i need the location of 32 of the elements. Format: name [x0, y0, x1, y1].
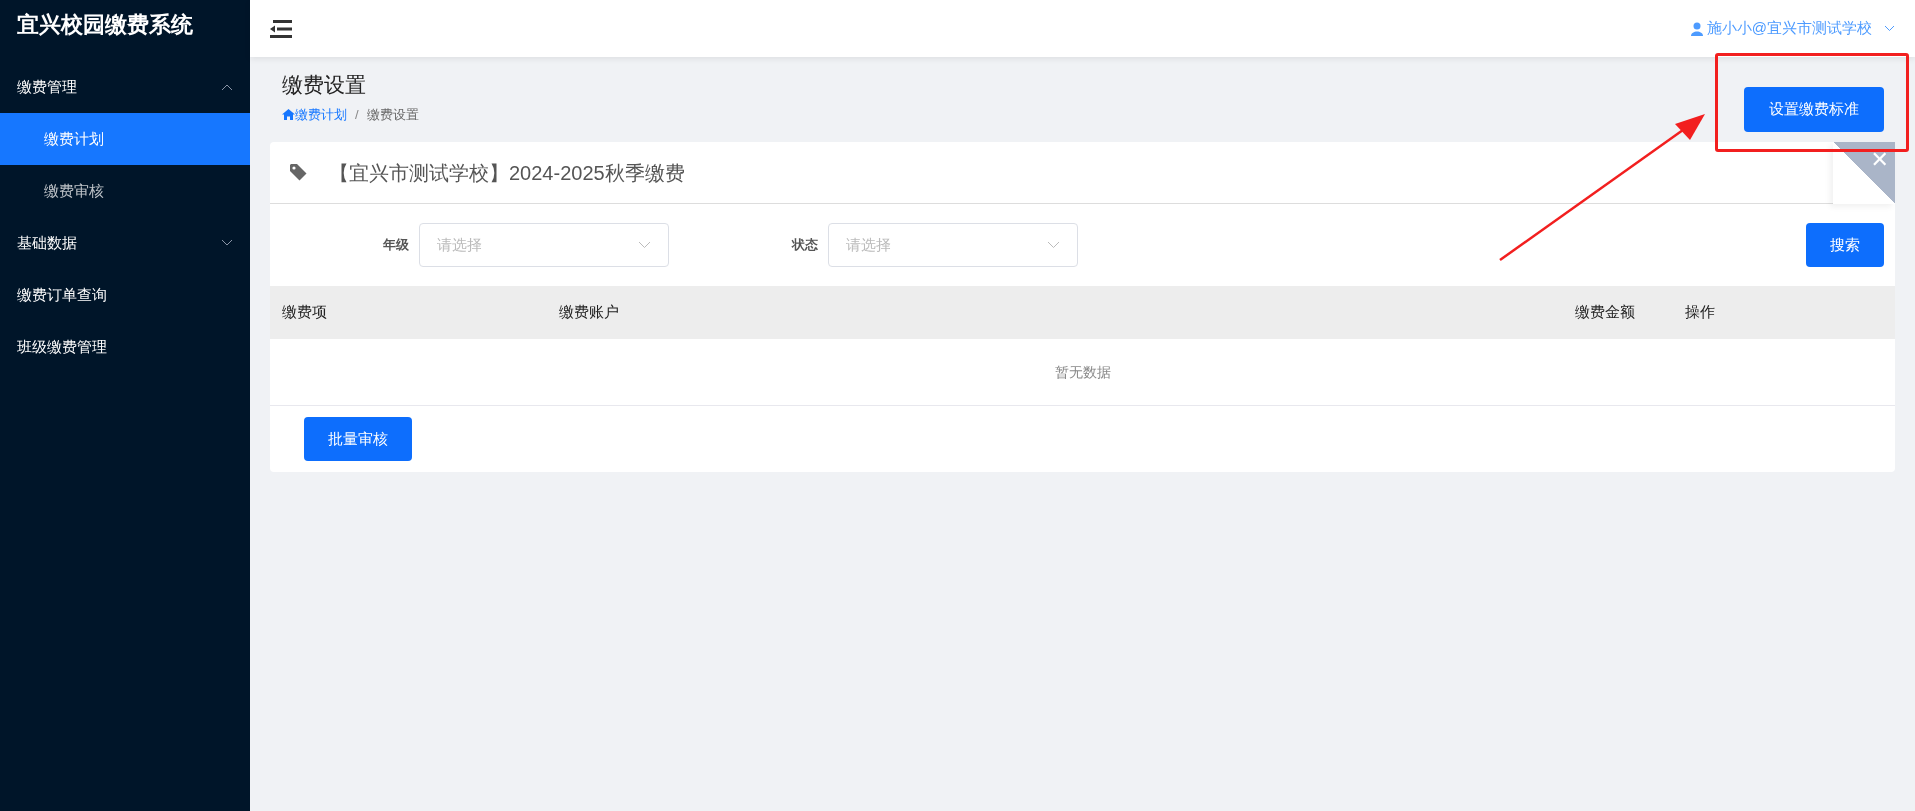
column-header: 缴费金额 — [1574, 302, 1636, 323]
sidebar-item[interactable]: 基础数据 — [0, 217, 250, 269]
caret-icon[interactable] — [1884, 25, 1895, 32]
sidebar-item[interactable]: 缴费管理 — [0, 61, 250, 113]
sidebar-item[interactable]: 缴费订单查询 — [0, 269, 250, 321]
breadcrumb-separator: / — [355, 105, 359, 124]
sidebar-item[interactable]: 缴费计划 — [0, 113, 250, 165]
column-header: 缴费账户 — [558, 302, 620, 323]
search-button[interactable]: 搜索 — [1806, 223, 1884, 267]
set-fee-standard-button[interactable]: 设置缴费标准 — [1744, 87, 1884, 132]
filter-label: 状态 — [790, 236, 818, 255]
sidebar-item[interactable]: 班级缴费管理 — [0, 321, 250, 373]
batch-review-button[interactable]: 批量审核 — [304, 417, 412, 461]
card-title: 【宜兴市测试学校】2024-2025秋季缴费 — [329, 160, 685, 186]
filter-label: 年级 — [382, 236, 409, 255]
column-header: 操作 — [1684, 302, 1715, 323]
home-icon — [282, 108, 295, 120]
menu-collapse-icon[interactable] — [270, 19, 292, 38]
chevron-down-icon — [638, 241, 651, 249]
column-header: 缴费项 — [281, 302, 328, 323]
chevron-down-icon — [1047, 241, 1060, 249]
user-menu[interactable]: 施小小@宜兴市测试学校 — [1706, 17, 1872, 40]
page-title: 缴费设置 — [282, 72, 367, 98]
user-icon — [1690, 21, 1703, 36]
chevron-up-icon — [221, 83, 233, 91]
chevron-down-icon — [221, 239, 233, 247]
breadcrumb-link[interactable]: 缴费计划 — [282, 104, 347, 124]
empty-message: 暂无数据 — [1054, 362, 1111, 382]
breadcrumb-current: 缴费设置 — [366, 105, 419, 124]
tag-icon — [290, 164, 307, 181]
sidebar-item[interactable]: 缴费审核 — [0, 165, 250, 217]
app-title: 宜兴校园缴费系统 — [16, 11, 194, 39]
